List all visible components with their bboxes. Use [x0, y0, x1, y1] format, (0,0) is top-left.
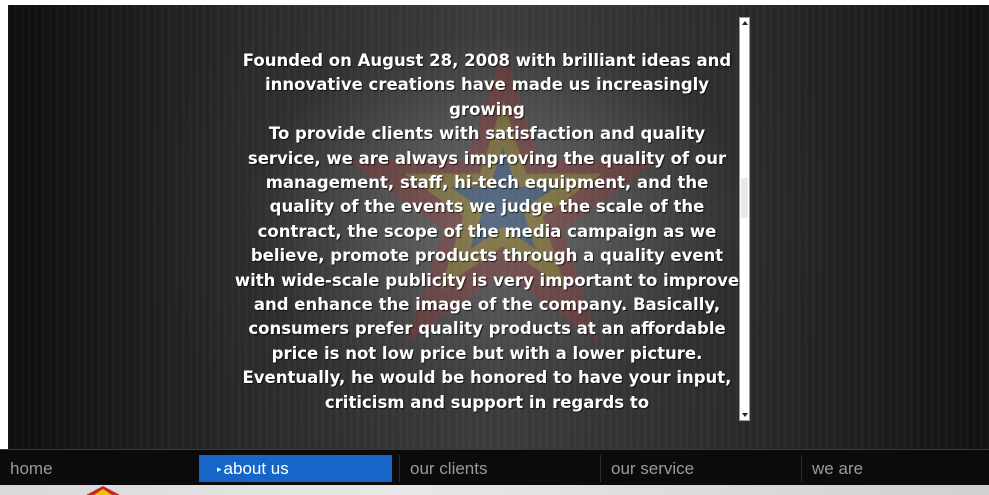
nav-we-are[interactable]: we are — [801, 455, 989, 482]
content-panel: Founded on August 28, 2008 with brillian… — [8, 5, 989, 495]
scrollbar-thumb[interactable] — [741, 178, 748, 218]
about-text-scrollable[interactable]: Founded on August 28, 2008 with brillian… — [233, 49, 741, 447]
service-paragraph: To provide clients with satisfaction and… — [234, 124, 740, 363]
nav-our-service[interactable]: our service — [600, 455, 800, 482]
triangle-right-icon: ▸ — [217, 464, 222, 475]
nav-home-label: home — [10, 459, 53, 478]
nav-home[interactable]: home — [0, 455, 190, 482]
star-logo-icon — [86, 486, 120, 495]
nav-our-clients-label: our clients — [410, 459, 488, 478]
vertical-scrollbar[interactable] — [739, 17, 750, 421]
nav-about-us[interactable]: ▸ about us — [199, 455, 392, 482]
nav-our-clients[interactable]: our clients — [399, 455, 599, 482]
nav-about-us-label: about us — [223, 459, 289, 478]
footer-strip — [0, 485, 989, 495]
scroll-up-arrow-icon[interactable] — [742, 21, 748, 25]
intro-paragraph: Founded on August 28, 2008 with brillian… — [242, 51, 732, 119]
scroll-down-arrow-icon[interactable] — [742, 413, 748, 417]
nav-our-service-label: our service — [611, 459, 695, 478]
nav-we-are-label: we are — [812, 459, 864, 478]
closing-paragraph: Eventually, he would be honored to have … — [242, 368, 732, 412]
main-navigation: home ▸ about us our clients our service w… — [0, 449, 989, 485]
